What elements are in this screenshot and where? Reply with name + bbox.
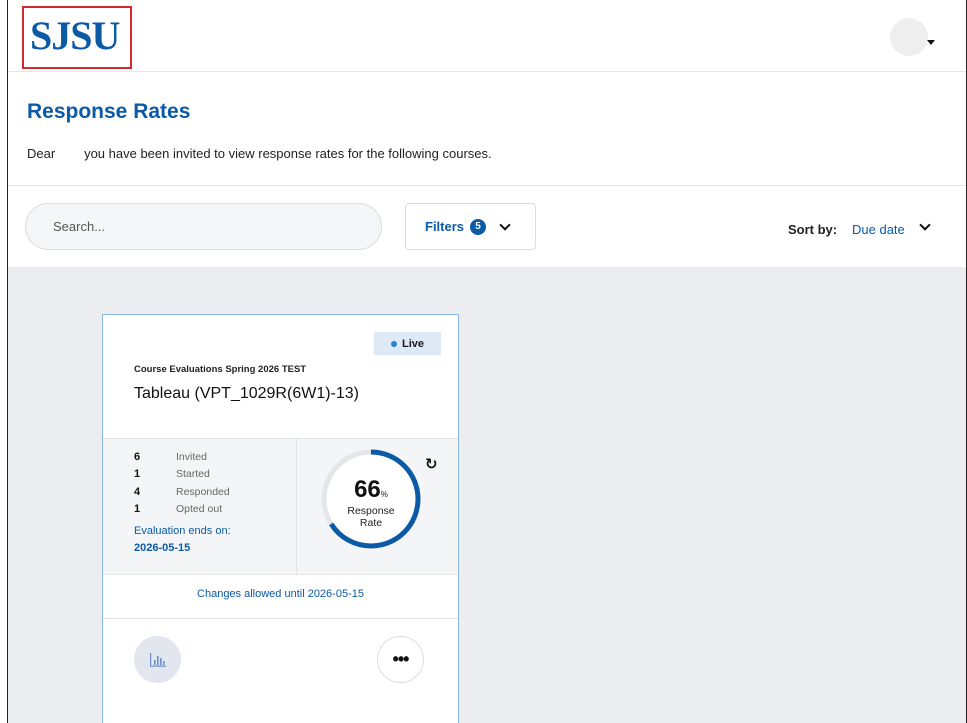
- rate-unit: %: [380, 490, 388, 499]
- view-report-button[interactable]: [134, 636, 181, 683]
- toolbar: Filters 5 Sort by: Due date: [8, 187, 966, 267]
- filters-label: Filters: [425, 219, 465, 234]
- stats-panel: 6 Invited 1 Started 4 Responded 1 Opted …: [103, 439, 297, 574]
- card-header: Live Course Evaluations Spring 2026 TEST…: [103, 315, 458, 438]
- logo-highlight: SJSU: [22, 6, 132, 69]
- caret-down-icon[interactable]: [927, 40, 935, 45]
- status-label: Live: [401, 337, 424, 350]
- rate-label-line2: Rate: [359, 517, 383, 529]
- response-rate-label: Response Rate: [319, 505, 423, 529]
- card-stats: 6 Invited 1 Started 4 Responded 1 Opted …: [103, 438, 458, 575]
- user-avatar[interactable]: [890, 18, 928, 56]
- search-input[interactable]: [25, 203, 382, 250]
- stat-value: 4: [134, 486, 141, 498]
- app-frame: SJSU Response Rates Dear you have been i…: [7, 0, 967, 723]
- bar-chart-icon: [149, 652, 166, 667]
- filters-button[interactable]: Filters 5: [405, 203, 536, 250]
- sjsu-logo[interactable]: SJSU: [30, 12, 120, 59]
- course-list: Live Course Evaluations Spring 2026 TEST…: [8, 267, 966, 723]
- course-card: Live Course Evaluations Spring 2026 TEST…: [102, 314, 459, 723]
- greeting-text: Dear you have been invited to view respo…: [27, 146, 492, 161]
- stat-value: 1: [134, 503, 141, 515]
- evaluation-ends-date: 2026-05-15: [134, 542, 191, 554]
- card-actions: •••: [103, 619, 458, 723]
- stat-label: Opted out: [176, 503, 223, 515]
- chevron-down-icon: [499, 218, 511, 231]
- stat-value: 1: [134, 468, 141, 480]
- status-badge: Live: [374, 332, 441, 355]
- program-name: Course Evaluations Spring 2026 TEST: [134, 364, 307, 375]
- rate-label-line1: Response: [347, 505, 395, 517]
- stat-row-opted-out: 1 Opted out: [134, 503, 284, 519]
- rate-number: 66: [354, 476, 381, 503]
- stat-row-responded: 4 Responded: [134, 486, 284, 502]
- stat-label: Invited: [176, 451, 207, 463]
- stat-label: Responded: [176, 486, 230, 498]
- course-title: Tableau (VPT_1029R(6W1)-13): [134, 385, 359, 402]
- sort-dropdown[interactable]: Due date: [852, 222, 905, 237]
- stat-row-started: 1 Started: [134, 468, 284, 484]
- response-rate-value: 66%: [319, 476, 423, 504]
- top-bar: SJSU: [8, 0, 966, 72]
- filters-count-badge: 5: [470, 218, 487, 235]
- stat-label: Started: [176, 468, 210, 480]
- refresh-icon[interactable]: ↻: [425, 455, 438, 473]
- page-header: Response Rates Dear you have been invite…: [8, 73, 966, 186]
- more-options-button[interactable]: •••: [377, 636, 424, 683]
- stat-value: 6: [134, 451, 141, 463]
- page-title: Response Rates: [27, 100, 191, 123]
- more-options-icon: •••: [392, 649, 410, 669]
- live-dot-icon: [390, 340, 397, 347]
- changes-allowed-text: Changes allowed until 2026-05-15: [103, 575, 458, 619]
- evaluation-ends-label: Evaluation ends on:: [134, 525, 231, 537]
- stat-row-invited: 6 Invited: [134, 451, 284, 467]
- chevron-down-icon[interactable]: [919, 219, 931, 231]
- sort-label: Sort by:: [788, 222, 838, 237]
